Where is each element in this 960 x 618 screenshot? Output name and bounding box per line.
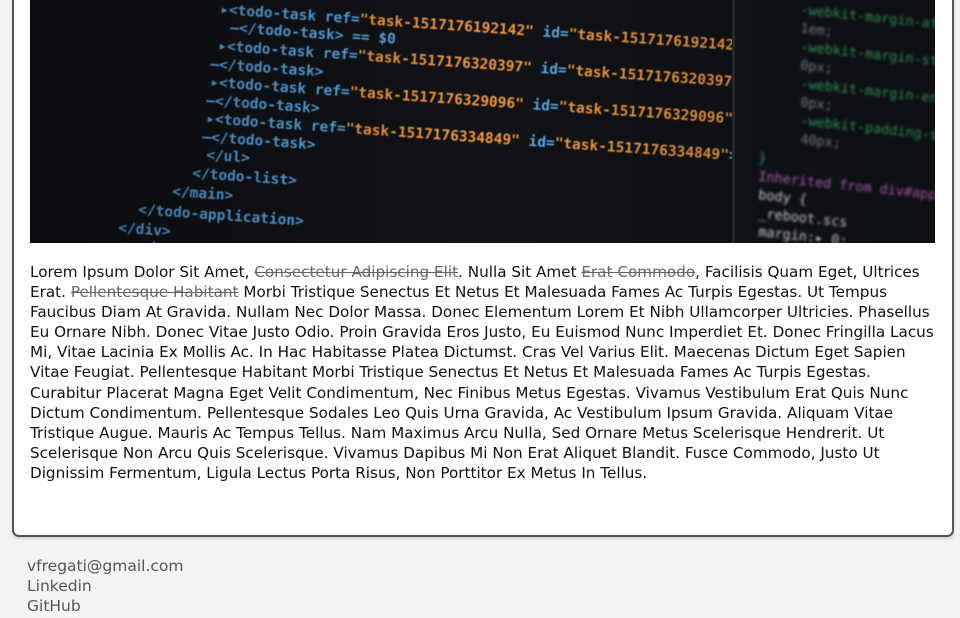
- strikethrough-text: Erat Commodo: [581, 263, 696, 281]
- page: ▸<todo-task ref="task-1517176192142" id=…: [0, 0, 960, 618]
- paragraph-text: Morbi Tristique Senectus Et Netus Et Mal…: [30, 283, 934, 482]
- footer-email-link[interactable]: vfregati@gmail.com: [27, 556, 184, 576]
- footer: vfregati@gmail.com Linkedin GitHub: [27, 556, 184, 616]
- strikethrough-text: Pellentesque Habitant: [70, 283, 239, 302]
- paragraph-text: Lorem Ipsum Dolor Sit Amet,: [30, 263, 255, 281]
- paragraph-text: . Nulla Sit Amet: [458, 263, 582, 281]
- footer-linkedin-link[interactable]: Linkedin: [27, 576, 184, 596]
- hero-image: ▸<todo-task ref="task-1517176192142" id=…: [30, 0, 935, 243]
- strikethrough-text: Consectetur Adipiscing Elit: [254, 263, 459, 281]
- code-screenshot-image: ▸<todo-task ref="task-1517176192142" id=…: [30, 0, 935, 243]
- article-paragraph: Lorem Ipsum Dolor Sit Amet, Consectetur …: [30, 262, 938, 483]
- footer-github-link[interactable]: GitHub: [27, 596, 184, 616]
